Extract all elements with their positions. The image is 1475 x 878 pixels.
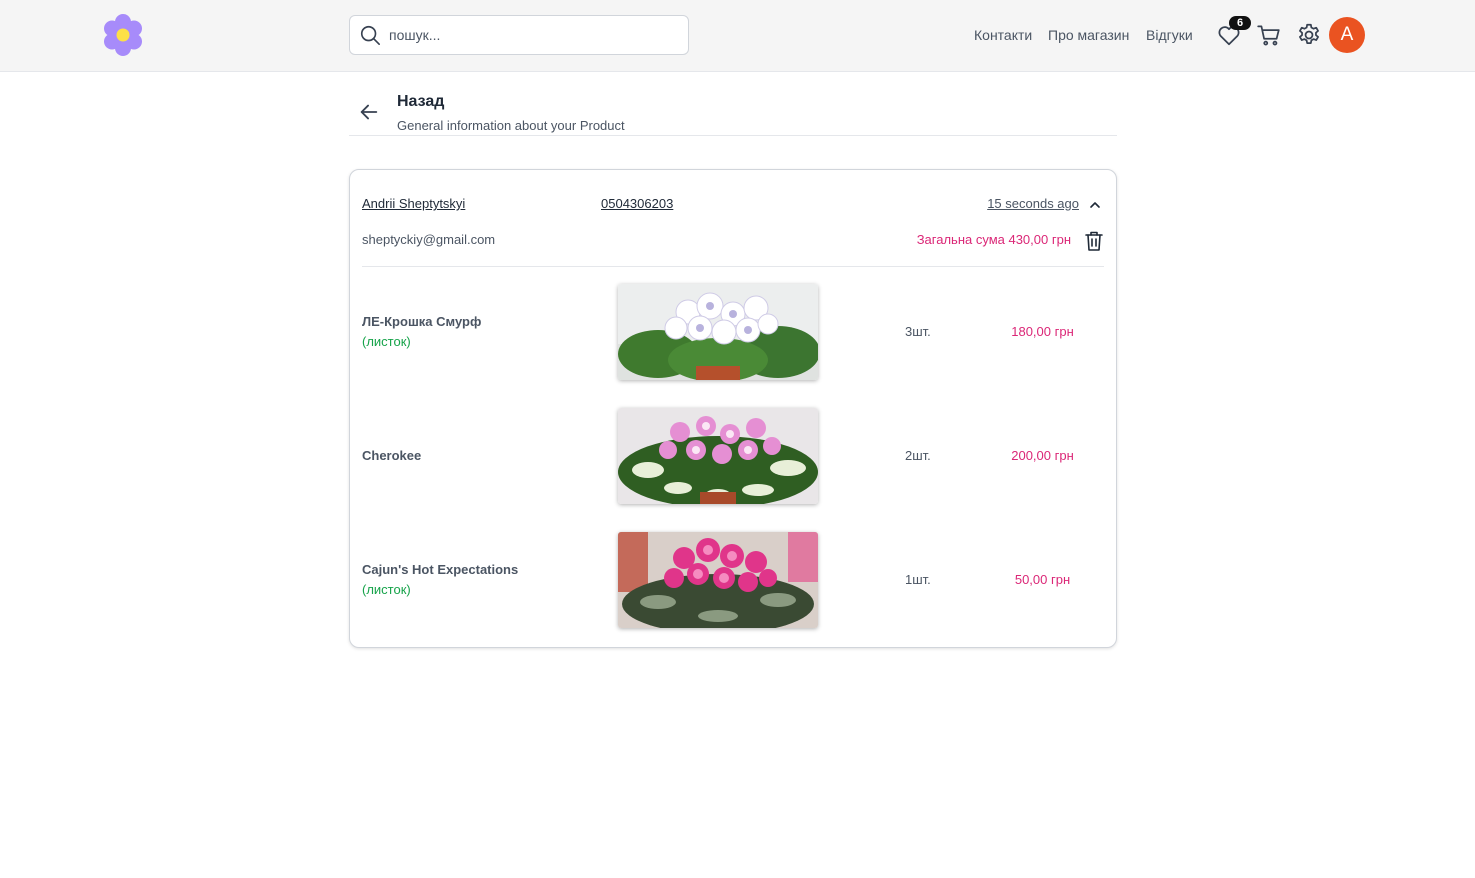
wishlist-count-badge: 6 [1229, 16, 1251, 30]
divider [362, 266, 1104, 267]
item-price: 200,00 грн [1011, 448, 1074, 463]
arrow-left-icon[interactable] [358, 101, 380, 123]
item-price: 50,00 грн [1014, 572, 1071, 587]
item-quantity: 2шт. [905, 448, 931, 463]
search-input[interactable] [387, 26, 667, 44]
user-avatar[interactable]: A [1329, 17, 1365, 53]
flower-logo-icon[interactable] [100, 12, 146, 58]
item-name: ЛЕ-Крошка Смурф [362, 314, 482, 329]
page-subtitle: General information about your Product [397, 118, 625, 133]
trash-icon[interactable] [1084, 230, 1104, 252]
back-title[interactable]: Назад [397, 93, 444, 111]
item-variant: (листок) [362, 582, 411, 597]
item-name: Cherokee [362, 448, 422, 463]
item-quantity: 1шт. [905, 572, 931, 587]
product-image [618, 532, 818, 628]
product-image [618, 408, 818, 504]
order-time-link[interactable]: 15 seconds ago [987, 196, 1079, 211]
nav-reviews[interactable]: Відгуки [1146, 24, 1193, 46]
order-item-row: ЛЕ-Крошка Смурф (листок) 3шт. 180,00 грн [350, 284, 1116, 380]
nav-contacts[interactable]: Контакти [974, 24, 1032, 46]
item-variant: (листок) [362, 334, 411, 349]
gear-icon[interactable] [1296, 22, 1322, 48]
order-item-row: Cajun's Hot Expectations (листок) 1шт. 5… [350, 532, 1116, 628]
nav-about-store[interactable]: Про магазин [1048, 24, 1129, 46]
product-image [618, 284, 818, 380]
top-header: Контакти Про магазин Відгуки 6 A [0, 0, 1475, 72]
customer-name-link[interactable]: Andrii Sheptytskyi [362, 196, 465, 211]
cart-icon[interactable] [1256, 22, 1282, 48]
search-box[interactable] [349, 15, 689, 55]
item-price: 180,00 грн [1011, 324, 1074, 339]
customer-email: sheptyckiy@gmail.com [362, 232, 496, 247]
order-total: Загальна сума 430,00 грн [916, 232, 1071, 247]
order-item-row: Cherokee 2шт. 200,00 грн [350, 408, 1116, 504]
item-name: Cajun's Hot Expectations [362, 562, 519, 577]
customer-phone-link[interactable]: 0504306203 [601, 196, 673, 211]
search-icon [360, 25, 380, 45]
chevron-up-icon[interactable] [1087, 197, 1103, 213]
divider [349, 135, 1117, 136]
item-quantity: 3шт. [905, 324, 931, 339]
order-card: Andrii Sheptytskyi 0504306203 15 seconds… [349, 169, 1117, 648]
